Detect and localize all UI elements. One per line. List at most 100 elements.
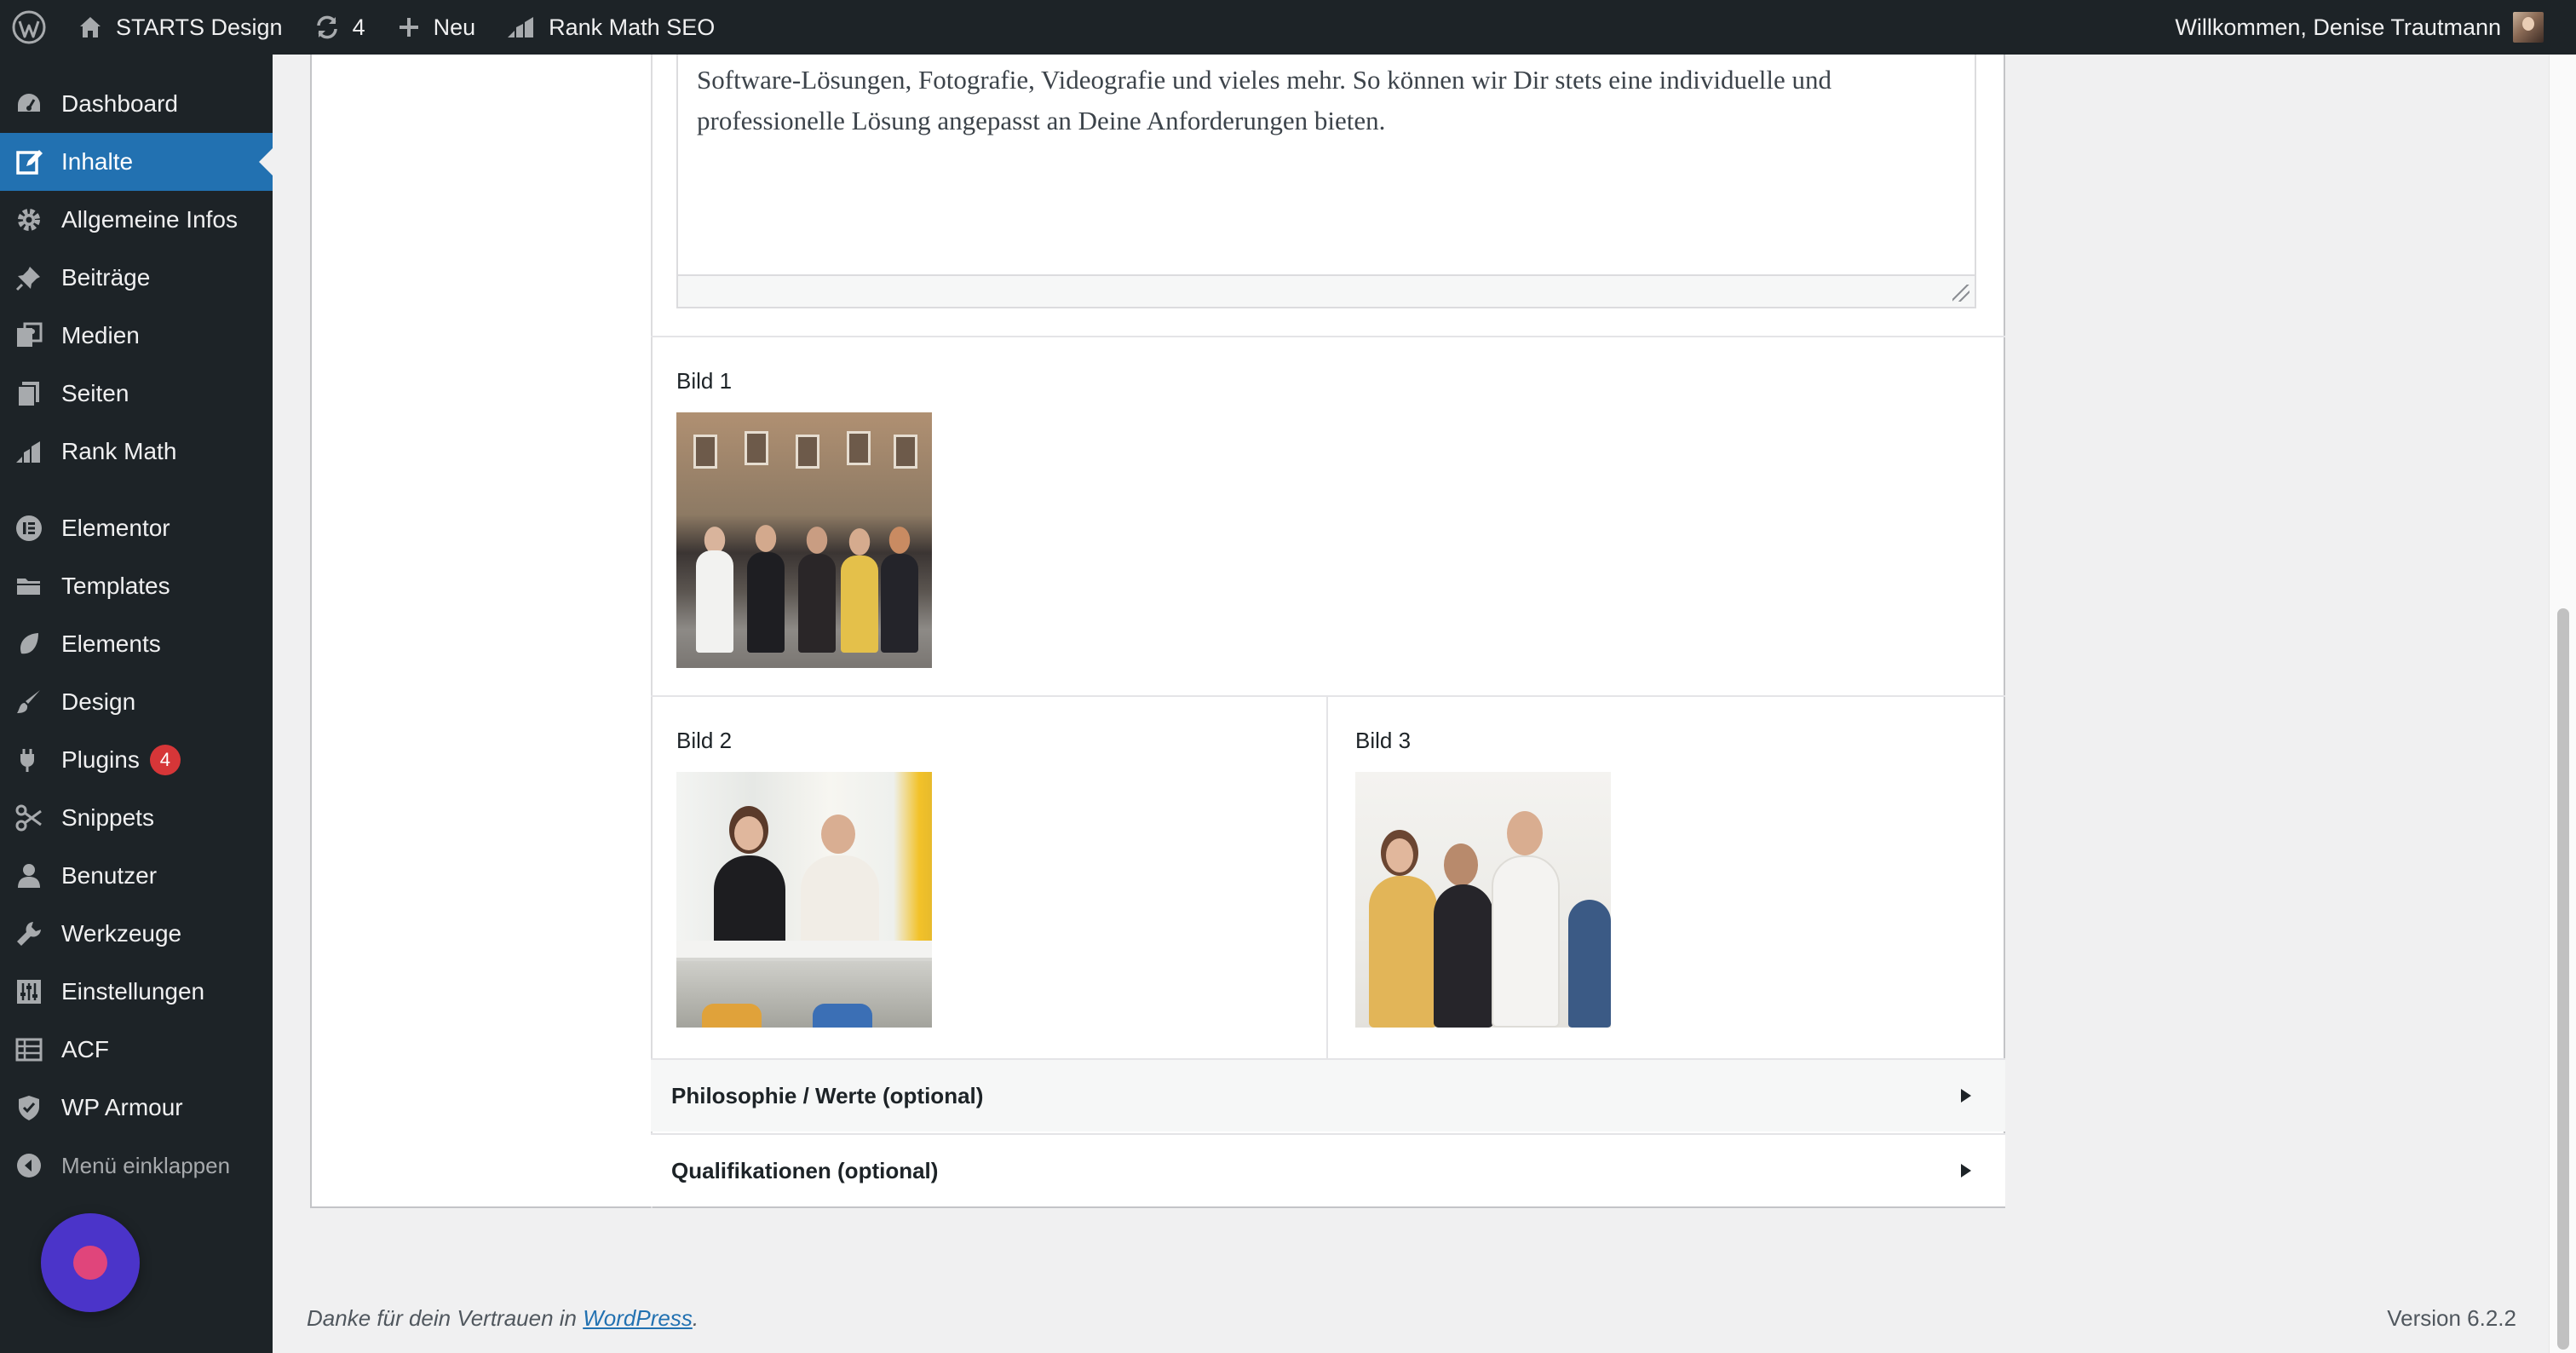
media-icon — [14, 320, 44, 351]
bild1-label: Bild 1 — [676, 368, 733, 394]
sidebar-item-label: Beiträge — [61, 264, 151, 291]
edit-icon — [14, 147, 44, 177]
photo-face — [821, 815, 855, 854]
sidebar-item-snippets[interactable]: Snippets — [0, 789, 273, 847]
rank-math-seo-menu[interactable]: Rank Math SEO — [491, 0, 730, 55]
footer-version: Version 6.2.2 — [2387, 1305, 2516, 1331]
sidebar-item-seiten[interactable]: Seiten — [0, 365, 273, 423]
new-content-menu[interactable]: Neu — [381, 0, 492, 55]
photo-person — [881, 554, 918, 653]
sidebar-item-label: Medien — [61, 322, 140, 348]
bild2-image[interactable] — [676, 772, 932, 1028]
accordion-philosophie[interactable]: Philosophie / Werte (optional) — [651, 1058, 2005, 1131]
sidebar-item-label: Templates — [61, 573, 170, 599]
photo-chair — [702, 1004, 762, 1028]
footer-thanks: Danke für dein Vertrauen in WordPress. — [307, 1305, 699, 1332]
leaf-icon — [14, 629, 44, 659]
sidebar-item-label: Einstellungen — [61, 978, 205, 1005]
photo-person — [801, 855, 879, 944]
editor-text[interactable]: Software-Lösungen, Fotografie, Videograf… — [697, 60, 1958, 141]
sidebar-item-werkzeuge[interactable]: Werkzeuge — [0, 905, 273, 963]
collapse-arrow-icon — [14, 1150, 44, 1181]
site-name-menu[interactable]: STARTS Design — [61, 0, 298, 55]
scrollbar-thumb[interactable] — [2557, 608, 2569, 1350]
accordion-qualifikationen-label: Qualifikationen (optional) — [671, 1157, 939, 1183]
sidebar-item-design[interactable]: Design — [0, 673, 273, 731]
site-name: STARTS Design — [116, 14, 283, 40]
sidebar-item-label: Plugins — [61, 746, 140, 773]
field-divider — [651, 695, 2005, 697]
plugin-updates-badge: 4 — [149, 745, 181, 775]
dashboard-icon — [14, 89, 44, 119]
bild3-image[interactable] — [1355, 772, 1611, 1028]
rank-math-seo-label: Rank Math SEO — [549, 14, 716, 40]
sidebar-item-label: Design — [61, 688, 136, 715]
refresh-icon — [316, 15, 337, 39]
pin-icon — [14, 262, 44, 293]
sidebar-item-acf[interactable]: ACF — [0, 1021, 273, 1079]
sidebar-item-rank-math[interactable]: Rank Math — [0, 423, 273, 481]
photo-person — [841, 556, 878, 653]
pages-icon — [14, 378, 44, 409]
photo-window — [693, 435, 717, 469]
sidebar-item-wp-armour[interactable]: WP Armour — [0, 1079, 273, 1137]
sidebar-item-label: Dashboard — [61, 90, 178, 117]
sidebar-item-plugins[interactable]: Plugins 4 — [0, 731, 273, 789]
wrench-icon — [14, 918, 44, 949]
record-dot-icon — [73, 1246, 107, 1280]
photo-window — [745, 431, 768, 465]
bild1-image[interactable] — [676, 412, 932, 668]
home-icon — [80, 17, 101, 37]
sidebar-item-label: Inhalte — [61, 148, 134, 175]
photo-chair — [813, 1004, 872, 1028]
admin-bar: STARTS Design 4 Neu Rank Math SEO Willko… — [0, 0, 2576, 55]
bild3-label: Bild 3 — [1355, 728, 1412, 753]
updates-count: 4 — [352, 14, 365, 40]
resize-handle-icon[interactable] — [1952, 285, 1969, 302]
sidebar-item-allgemeine-infos[interactable]: Allgemeine Infos — [0, 191, 273, 249]
sidebar-item-inhalte[interactable]: Inhalte — [0, 133, 273, 191]
photo-window — [796, 435, 819, 469]
rank-math-icon — [508, 17, 534, 37]
field-divider — [651, 336, 2005, 337]
collapse-menu-button[interactable]: Menü einklappen — [0, 1137, 273, 1195]
floating-action-button[interactable] — [41, 1213, 140, 1312]
folder-icon — [14, 571, 44, 602]
sidebar-item-label: Elements — [61, 630, 161, 657]
rank-math-icon — [14, 436, 44, 467]
sidebar-item-templates[interactable]: Templates — [0, 557, 273, 615]
footer-thanks-prefix: Danke für dein Vertrauen in — [307, 1305, 584, 1331]
sidebar-item-medien[interactable]: Medien — [0, 307, 273, 365]
photo-person — [1434, 884, 1493, 1028]
sidebar-item-dashboard[interactable]: Dashboard — [0, 75, 273, 133]
page-scrollbar[interactable] — [2549, 55, 2576, 1353]
sidebar-item-label: Seiten — [61, 380, 129, 406]
sliders-icon — [14, 976, 44, 1007]
wordpress-link[interactable]: WordPress — [583, 1305, 693, 1331]
sidebar-item-benutzer[interactable]: Benutzer — [0, 847, 273, 905]
sidebar-item-elements[interactable]: Elements — [0, 615, 273, 673]
wordpress-logo-icon — [12, 10, 46, 44]
sidebar-item-einstellungen[interactable]: Einstellungen — [0, 963, 273, 1021]
accordion-qualifikationen[interactable]: Qualifikationen (optional) — [651, 1133, 2005, 1206]
photo-person — [1369, 876, 1437, 1028]
sidebar-item-elementor[interactable]: Elementor — [0, 499, 273, 557]
photo-person — [1568, 900, 1611, 1028]
expand-arrow-icon — [1961, 1089, 1971, 1103]
photo-window — [847, 431, 871, 465]
photo-person — [696, 550, 733, 653]
updates-menu[interactable]: 4 — [298, 0, 381, 55]
photo-face — [1444, 843, 1478, 886]
sidebar-item-label: Allgemeine Infos — [61, 206, 239, 233]
photo-face — [734, 816, 763, 850]
wp-logo-menu[interactable] — [0, 0, 61, 55]
my-account-menu[interactable]: Willkommen, Denise Trautmann — [2175, 12, 2576, 43]
welcome-text: Willkommen, Denise Trautmann — [2175, 14, 2501, 40]
sidebar-item-beitraege[interactable]: Beiträge — [0, 249, 273, 307]
elementor-icon — [14, 513, 44, 544]
sidebar-item-label: Elementor — [61, 515, 170, 541]
scissors-icon — [14, 803, 44, 833]
photo-face — [1386, 838, 1413, 872]
text-editor[interactable]: Software-Lösungen, Fotografie, Videograf… — [676, 34, 1976, 308]
photo-person — [714, 855, 785, 944]
